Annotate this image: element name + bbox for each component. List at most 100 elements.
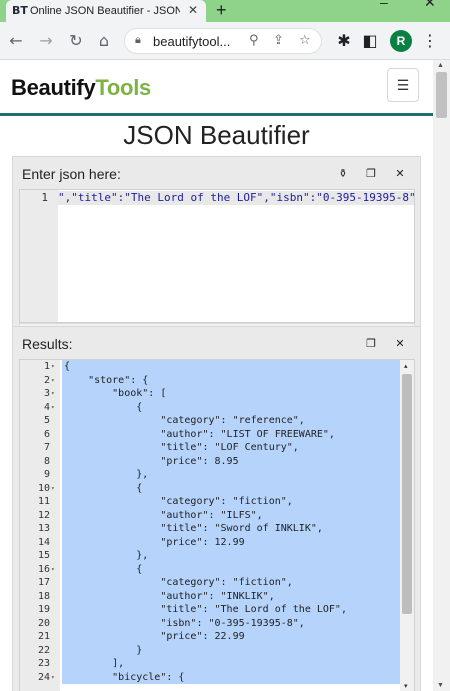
page-content: BeautifyTools ☰ JSON Beautifier Enter js… (0, 60, 433, 691)
scroll-down-arrow-icon[interactable]: ▾ (404, 682, 408, 690)
scroll-up-arrow-icon[interactable]: ▲ (437, 62, 444, 69)
code-text: "book": [ (62, 387, 400, 401)
code-text: "author": "INKLIK", (62, 589, 400, 603)
code-text: }, (62, 468, 400, 482)
fold-toggle-icon[interactable]: ▾ (51, 374, 55, 388)
logo-part-beautify: Beautify (11, 75, 96, 100)
profile-avatar[interactable]: R (390, 30, 412, 52)
code-text: "author": "ILFS", (62, 508, 400, 522)
results-panel: Results: ❐ ✕ 1 ▾{2 ▾ "store": {3 ▾ "book": … (12, 326, 421, 691)
browser-toolbar: ← → ↻ ⌂ 🔒︎ beautifytool... ⚲ ⇪ ☆ ✱ ◧ R ⋮ (0, 22, 450, 60)
address-bar[interactable]: 🔒︎ beautifytool... ⚲ ⇪ ☆ (124, 28, 322, 54)
code-text: ], (62, 657, 400, 671)
code-text: "category": "reference", (62, 414, 400, 428)
fold-toggle-icon[interactable]: ▾ (51, 482, 55, 496)
code-text: }, (62, 549, 400, 563)
input-panel-label: Enter json here: (22, 166, 121, 182)
code-text: "price": 22.99 (62, 630, 400, 644)
input-line-number: 1 (41, 191, 48, 204)
line-number: 12 (37, 509, 50, 521)
line-number: 16 (37, 563, 50, 575)
scroll-down-arrow-icon[interactable]: ▼ (437, 682, 444, 689)
bookmark-star-icon[interactable]: ☆ (299, 33, 311, 48)
results-vertical-scrollbar[interactable]: ▴ ▾ (400, 360, 414, 691)
code-text: "price": 12.99 (62, 535, 400, 549)
back-arrow-icon[interactable]: ← (6, 31, 26, 51)
code-text: "title": "LOF Century", (62, 441, 400, 455)
reload-icon[interactable]: ↻ (66, 31, 86, 51)
code-text: "store": { (62, 373, 400, 387)
line-number: 5 (43, 415, 50, 426)
extensions-puzzle-icon[interactable]: ✱ (334, 31, 354, 51)
copy-icon[interactable]: ❐ (363, 336, 379, 352)
browser-tabbar: BT Online JSON Beautifier - JSON ✕ + – ✕ (0, 0, 450, 22)
zoom-icon[interactable]: ⚲ (249, 33, 259, 48)
line-number: 18 (37, 590, 50, 602)
code-text: { (62, 481, 400, 495)
fold-toggle-icon[interactable]: ▾ (51, 671, 55, 685)
tab-title: Online JSON Beautifier - JSON (30, 5, 180, 17)
address-url: beautifytool... (153, 34, 231, 49)
tab-close-icon[interactable]: ✕ (188, 3, 198, 17)
line-number: 23 (37, 658, 50, 669)
code-text: "isbn": "0-395-19395-8", (62, 616, 400, 630)
line-number: 19 (37, 604, 50, 615)
line-number: 1 (43, 361, 50, 372)
line-number: 21 (37, 631, 50, 642)
input-panel: Enter json here: ⚱ ❐ ✕ 1 ","title":"The … (12, 156, 421, 342)
fold-toggle-icon[interactable]: ▾ (51, 401, 55, 415)
json-input-editor[interactable]: 1 ","title":"The Lord of the LOF","isbn"… (19, 189, 415, 323)
line-number: 14 (37, 536, 50, 548)
line-number: 6 (43, 428, 50, 440)
line-number: 15 (37, 550, 50, 561)
code-text: "category": "fiction", (62, 495, 400, 509)
page-title: JSON Beautifier (123, 120, 310, 150)
input-code-line[interactable]: ","title":"The Lord of the LOF","isbn":"… (58, 191, 414, 205)
line-number: 9 (43, 469, 50, 480)
new-tab-button[interactable]: + (216, 0, 227, 20)
close-icon[interactable]: ✕ (392, 336, 408, 352)
scroll-thumb[interactable] (436, 72, 447, 118)
page-vertical-scrollbar[interactable]: ▲ ▼ (433, 60, 450, 691)
copy-icon[interactable]: ❐ (363, 166, 379, 182)
code-text: { (62, 400, 400, 414)
minimize-window-icon[interactable]: – (380, 0, 388, 10)
code-text: "title": "Sword of INKLIK", (62, 522, 400, 536)
share-icon[interactable]: ⇪ (273, 33, 284, 48)
fold-toggle-icon[interactable]: ▾ (51, 387, 55, 401)
home-icon[interactable]: ⌂ (94, 31, 114, 51)
browser-menu-icon[interactable]: ⋮ (420, 31, 440, 51)
clear-brush-icon[interactable]: ⚱ (335, 166, 351, 182)
site-logo[interactable]: BeautifyTools (11, 75, 151, 101)
line-number: 2 (43, 374, 50, 386)
input-gutter: 1 (20, 190, 58, 322)
close-icon[interactable]: ✕ (392, 166, 408, 182)
json-results-editor[interactable]: 1 ▾{2 ▾ "store": {3 ▾ "book": [4 ▾ {5 "categ… (19, 359, 415, 691)
scroll-thumb[interactable] (402, 374, 412, 614)
line-number: 13 (37, 523, 50, 534)
results-panel-header: Results: ❐ ✕ (13, 327, 420, 359)
line-number: 22 (37, 644, 50, 656)
fold-toggle-icon[interactable]: ▾ (51, 360, 55, 374)
code-text: "bicycle": { (62, 670, 400, 684)
line-number: 7 (43, 442, 50, 453)
lock-icon: 🔒︎ (135, 34, 141, 46)
code-text: "author": "LIST OF FREEWARE", (62, 427, 400, 441)
input-panel-header: Enter json here: ⚱ ❐ ✕ (13, 157, 420, 189)
close-window-icon[interactable]: ✕ (424, 0, 436, 11)
side-panel-icon[interactable]: ◧ (360, 31, 380, 51)
line-number: 11 (37, 496, 50, 507)
line-number: 17 (37, 577, 50, 588)
code-text: { (62, 562, 400, 576)
browser-tab[interactable]: BT Online JSON Beautifier - JSON ✕ (6, 0, 206, 22)
line-number: 24 (37, 671, 50, 683)
code-text: "title": "The Lord of the LOF", (62, 603, 400, 617)
site-header: BeautifyTools ☰ (0, 60, 433, 116)
scroll-up-arrow-icon[interactable]: ▴ (404, 362, 408, 370)
forward-arrow-icon[interactable]: → (36, 31, 56, 51)
code-text: } (62, 643, 400, 657)
line-number: 8 (43, 455, 50, 467)
line-number: 10 (37, 482, 50, 494)
fold-toggle-icon[interactable]: ▾ (51, 563, 55, 577)
hamburger-menu-button[interactable]: ☰ (387, 68, 419, 102)
